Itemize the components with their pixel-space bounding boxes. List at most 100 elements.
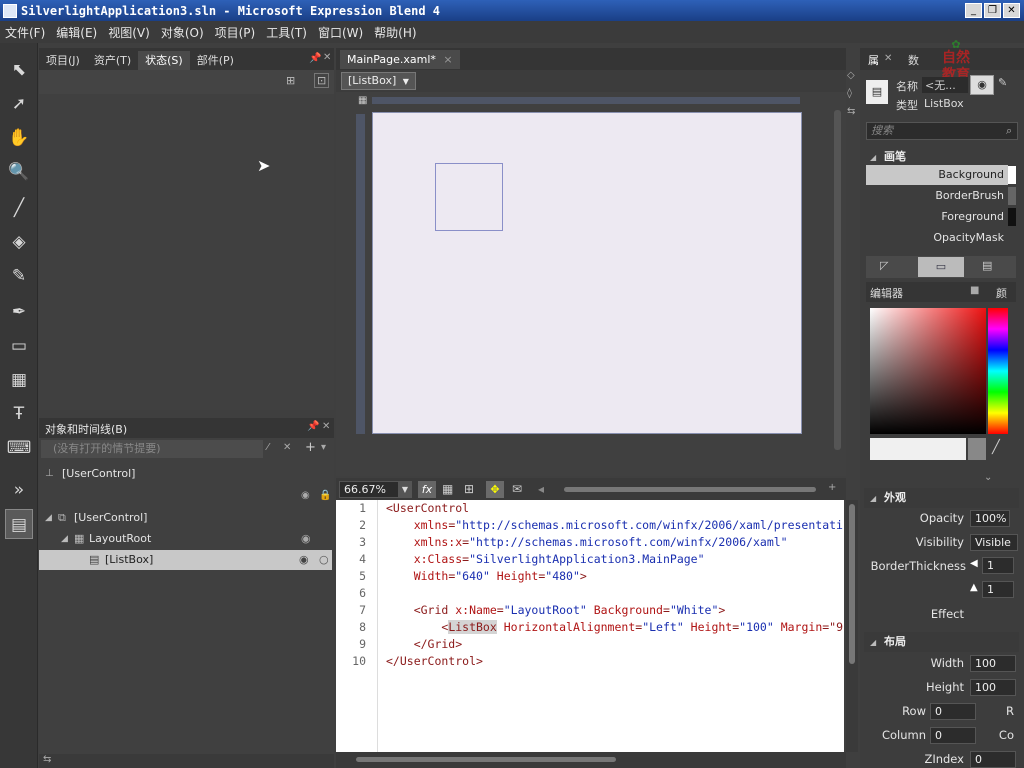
menu-edit[interactable]: 编辑(E) <box>51 24 103 41</box>
code-lines[interactable]: 1 <UserControl 2 xmlns="http://schemas.mic… <box>336 500 844 670</box>
code-line[interactable]: 10 </UserControl> <box>336 653 844 670</box>
tab-parts[interactable]: 部件(P) <box>190 51 241 70</box>
appearance-section-header[interactable]: ◢ 外观 <box>864 488 1019 508</box>
asset-recent-icon[interactable]: ▤ <box>5 509 33 539</box>
width-field[interactable]: 100 <box>970 655 1016 672</box>
expand-arrow-icon[interactable]: ◢ <box>61 529 68 549</box>
menu-tools[interactable]: 工具(T) <box>261 24 313 41</box>
add-state-group-icon[interactable]: ⊞ <box>286 74 295 87</box>
design-view-icon[interactable]: ◇ <box>847 70 855 81</box>
zoom-dropdown-icon[interactable]: ▼ <box>398 481 412 498</box>
editor-vscrollbar[interactable] <box>846 500 858 752</box>
tree-item-usercontrol[interactable]: ◢ ⧉ [UserControl] <box>39 508 334 528</box>
code-line[interactable]: 4 x:Class="SilverlightApplication3.MainP… <box>336 551 844 568</box>
pin-icon[interactable]: 📌 <box>309 53 321 64</box>
border-left-field[interactable]: 1 <box>982 557 1014 574</box>
code-line[interactable]: 1 <UserControl <box>336 500 844 517</box>
menu-file[interactable]: 文件(F) <box>0 24 51 41</box>
vertical-scrollbar[interactable] <box>834 110 841 450</box>
column-field[interactable]: 0 <box>930 727 976 744</box>
lock-icon[interactable]: 🔒 <box>319 490 331 501</box>
code-line[interactable]: 7 <Grid x:Name="LayoutRoot" Background="… <box>336 602 844 619</box>
listbox-element[interactable] <box>435 163 503 231</box>
scroll-thumb[interactable] <box>849 504 855 664</box>
brush-foreground[interactable]: Foreground <box>866 207 1008 227</box>
tab-states[interactable]: 状态(S) <box>138 51 190 70</box>
assets-chevron-icon[interactable]: » <box>5 475 33 505</box>
eyedropper-icon[interactable]: ╱ <box>992 440 1000 455</box>
brush-transform-icon[interactable]: ✎ <box>5 261 33 291</box>
scroll-right-icon[interactable]: + <box>828 482 836 493</box>
storyboard-picker[interactable]: (没有打开的情节提要) <box>41 440 263 458</box>
grid-toggle-icon[interactable]: ▦ <box>358 95 367 106</box>
tab-data[interactable]: 数 <box>908 52 919 68</box>
menu-project[interactable]: 项目(P) <box>210 24 262 41</box>
property-search-input[interactable]: 搜索 <box>866 122 1018 140</box>
show-grid-icon[interactable]: ▦ <box>442 482 453 496</box>
xaml-editor[interactable]: 1 <UserControl 2 xmlns="http://schemas.mic… <box>336 500 844 752</box>
close-button[interactable]: ✕ <box>1003 3 1020 18</box>
selection-arrow-icon[interactable]: ⬉ <box>5 55 33 85</box>
text-tool-icon[interactable]: Ŧ <box>5 399 33 429</box>
panel-close-icon[interactable]: ✕ <box>323 52 331 63</box>
snap-lines-icon[interactable]: ✥ <box>486 481 504 498</box>
editor-label[interactable]: 编辑器 <box>870 285 903 301</box>
new-storyboard-icon[interactable]: + <box>305 440 316 455</box>
expand-editor-icon[interactable]: ⌄ <box>984 472 992 483</box>
pin-icon[interactable]: 📌 <box>307 421 319 432</box>
eyedropper-icon[interactable]: ╱ <box>5 193 33 223</box>
code-line[interactable]: 5 Width="640" Height="480"> <box>336 568 844 585</box>
no-brush-icon[interactable]: ◸ <box>880 259 888 272</box>
tab-assets[interactable]: 资产(T) <box>87 51 138 70</box>
hue-slider[interactable] <box>988 308 1008 434</box>
visibility-select[interactable]: Visible <box>970 534 1018 551</box>
snap-grid-icon[interactable]: ⊞ <box>464 482 474 496</box>
editor-pin-icon[interactable]: ■ <box>970 285 979 296</box>
horizontal-scrollbar[interactable] <box>564 487 816 492</box>
tab-properties[interactable]: 属 <box>868 52 879 68</box>
eye-icon[interactable]: ◉ <box>301 490 310 501</box>
grid-layout-icon[interactable]: ▦ <box>5 365 33 395</box>
tab-mainpage[interactable]: MainPage.xaml* × <box>340 50 460 69</box>
menu-view[interactable]: 视图(V) <box>103 24 156 41</box>
brushes-section-header[interactable]: ◢ 画笔 <box>864 148 1019 166</box>
code-line[interactable]: 2 xmlns="http://schemas.microsoft.com/wi… <box>336 517 844 534</box>
row-field[interactable]: 0 <box>930 703 976 720</box>
restore-button[interactable]: ❐ <box>984 3 1001 18</box>
paint-bucket-icon[interactable]: ◈ <box>5 227 33 257</box>
effects-toggle-icon[interactable]: fx <box>418 481 436 498</box>
brush-borderbrush[interactable]: BorderBrush <box>866 186 1008 206</box>
direct-selection-icon[interactable]: ➚ <box>5 89 33 119</box>
color-picker-field[interactable] <box>870 308 986 434</box>
tree-item-listbox[interactable]: ▤ [ListBox] ◉ ○ <box>39 550 332 570</box>
lock-toggle-icon[interactable]: ○ <box>319 550 329 570</box>
artboard-area[interactable]: ▦ <box>336 92 846 476</box>
properties-view-icon[interactable]: ◉ <box>970 75 994 95</box>
pen-icon[interactable]: ✒ <box>5 297 33 327</box>
tab-close-icon[interactable]: ✕ <box>884 53 892 64</box>
code-line[interactable]: 3 xmlns:x="http://schemas.microsoft.com/… <box>336 534 844 551</box>
editor-hscrollbar[interactable] <box>336 752 846 768</box>
tab-project[interactable]: 项目(J) <box>39 51 87 70</box>
rectangle-icon[interactable]: ▭ <box>5 331 33 361</box>
menu-object[interactable]: 对象(O) <box>156 24 210 41</box>
border-top-field[interactable]: 1 <box>982 581 1014 598</box>
pan-hand-icon[interactable]: ✋ <box>5 123 33 153</box>
layout-root-canvas[interactable] <box>372 112 802 434</box>
eye-icon[interactable]: ◉ <box>301 529 311 549</box>
code-line[interactable]: 6 <box>336 585 844 602</box>
zindex-field[interactable]: 0 <box>970 751 1016 768</box>
solid-brush-icon[interactable]: ▭ <box>918 257 964 277</box>
hscroll-thumb[interactable] <box>356 757 616 762</box>
breadcrumb[interactable]: [ListBox] ▼ <box>341 72 416 90</box>
zoom-icon[interactable]: 🔍 <box>5 157 33 187</box>
code-line[interactable]: 9 </Grid> <box>336 636 844 653</box>
menu-help[interactable]: 帮助(H) <box>369 24 422 41</box>
control-tool-icon[interactable]: ⌨ <box>5 433 33 463</box>
gradient-brush-icon[interactable]: ▤ <box>982 259 992 272</box>
panel-close-icon[interactable]: ✕ <box>322 421 330 432</box>
menu-window[interactable]: 窗口(W) <box>313 24 369 41</box>
brush-opacitymask[interactable]: OpacityMask <box>866 228 1008 248</box>
eye-icon[interactable]: ◉ <box>299 550 309 570</box>
name-field[interactable]: <无... <box>922 77 968 93</box>
